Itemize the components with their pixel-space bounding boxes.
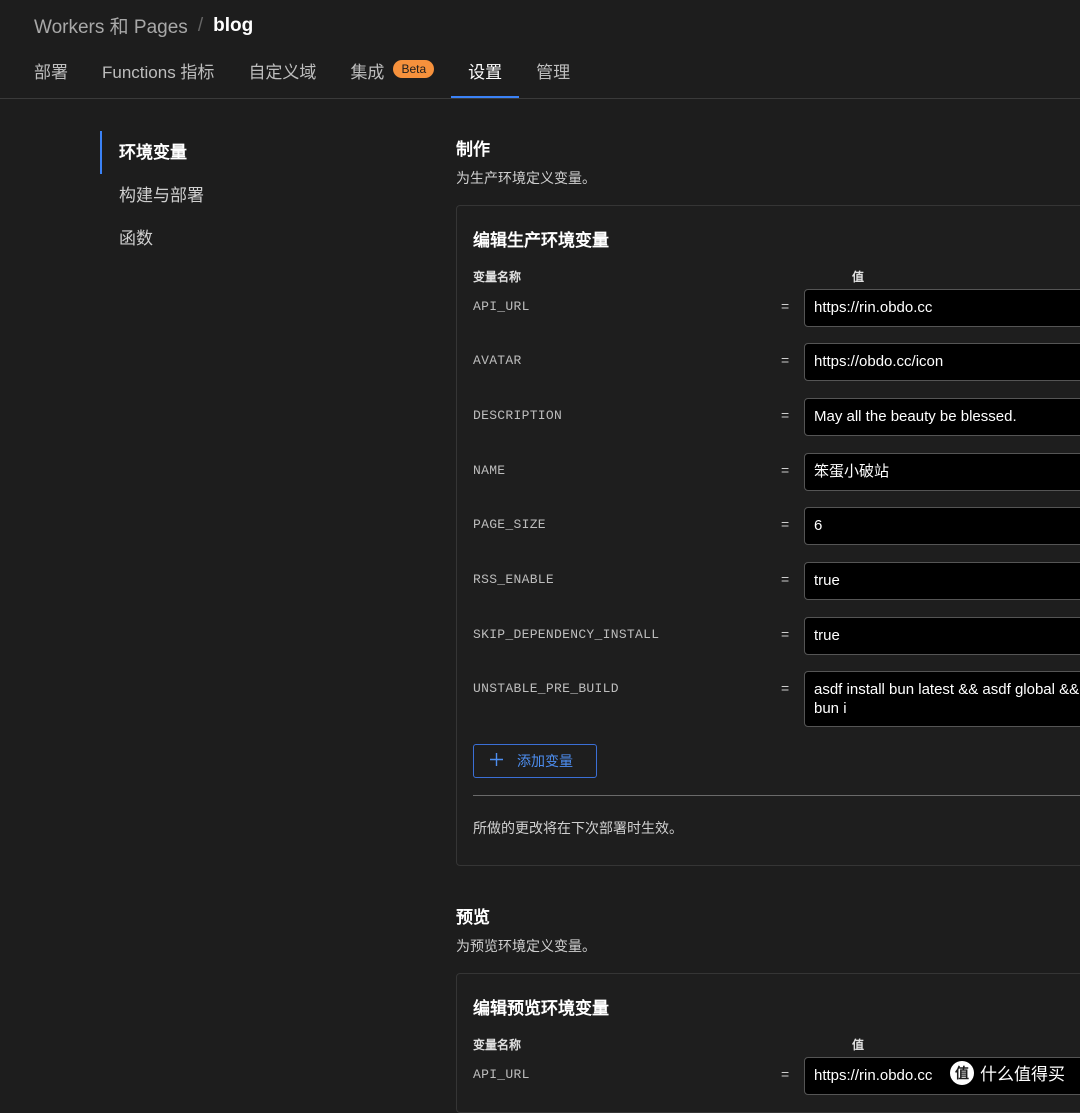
equals-sign: = (781, 626, 790, 642)
var-value-input[interactable]: asdf install bun latest && asdf global &… (804, 671, 1080, 727)
env-var-row: RSS_ENABLE = true (457, 562, 1080, 600)
var-name: API_URL (473, 299, 530, 314)
var-value-input[interactable]: May all the beauty be blessed. (804, 398, 1080, 436)
equals-sign: = (781, 1066, 790, 1082)
tab-integrations[interactable]: 集成 Beta (350, 58, 435, 98)
equals-sign: = (781, 352, 790, 368)
watermark-text: 什么值得买 (980, 1065, 1065, 1084)
equals-sign: = (781, 407, 790, 423)
breadcrumb: Workers 和 Pages / blog (34, 12, 253, 39)
equals-sign: = (781, 680, 790, 696)
tab-custom-domains[interactable]: 自定义域 (248, 58, 316, 98)
column-header-value: 值 (852, 270, 865, 284)
settings-sidenav: 环境变量 构建与部署 函数 (100, 131, 204, 260)
tab-deploy[interactable]: 部署 (34, 58, 68, 98)
var-value-input[interactable]: https://obdo.cc/icon (804, 343, 1080, 381)
env-var-row: UNSTABLE_PRE_BUILD = asdf install bun la… (457, 671, 1080, 727)
env-var-row: NAME = 笨蛋小破站 (457, 453, 1080, 491)
var-name: PAGE_SIZE (473, 517, 546, 532)
breadcrumb-current: blog (213, 14, 254, 36)
tab-settings[interactable]: 设置 (451, 58, 520, 98)
var-name: RSS_ENABLE (473, 572, 555, 587)
production-section-description: 为生产环境定义变量。 (456, 170, 596, 186)
preview-vars-card: 编辑预览环境变量 变量名称 值 API_URL = https://rin.ob… (456, 973, 1080, 1113)
sidenav-item-build-deploy[interactable]: 构建与部署 (100, 174, 204, 217)
column-header-value: 值 (852, 1038, 865, 1052)
watermark: 值 什么值得买 (950, 1060, 1065, 1085)
tab-functions-metrics[interactable]: Functions 指标 (102, 58, 214, 98)
env-var-row: PAGE_SIZE = 6 (457, 507, 1080, 545)
env-var-row: DESCRIPTION = May all the beauty be bles… (457, 398, 1080, 436)
var-name: SKIP_DEPENDENCY_INSTALL (473, 627, 660, 642)
sidenav-item-functions[interactable]: 函数 (100, 217, 204, 260)
breadcrumb-parent[interactable]: Workers 和 Pages (34, 12, 188, 39)
preview-section-description: 为预览环境定义变量。 (456, 938, 596, 954)
column-header-name: 变量名称 (473, 1038, 522, 1052)
var-name: DESCRIPTION (473, 408, 563, 423)
equals-sign: = (781, 516, 790, 532)
top-header: Workers 和 Pages / blog 部署 Functions 指标 自… (0, 0, 1080, 99)
add-variable-label: 添加变量 (517, 753, 573, 769)
env-var-row: AVATAR = https://obdo.cc/icon (457, 343, 1080, 381)
var-name: UNSTABLE_PRE_BUILD (473, 681, 619, 696)
production-section-title: 制作 (456, 140, 490, 159)
add-variable-button[interactable]: 添加变量 (473, 744, 597, 778)
equals-sign: = (781, 298, 790, 314)
sidenav-item-env-vars[interactable]: 环境变量 (100, 131, 204, 174)
column-header-name: 变量名称 (473, 270, 522, 284)
watermark-logo-icon: 值 (950, 1060, 974, 1085)
var-value-input[interactable]: https://rin.obdo.cc (804, 289, 1080, 327)
var-value-input[interactable]: 6 (804, 507, 1080, 545)
equals-sign: = (781, 462, 790, 478)
equals-sign: = (781, 571, 790, 587)
env-var-row: SKIP_DEPENDENCY_INSTALL = true (457, 617, 1080, 655)
beta-badge: Beta (393, 60, 435, 78)
preview-section-title: 预览 (456, 908, 490, 927)
var-name: API_URL (473, 1067, 530, 1082)
production-vars-card: 编辑生产环境变量 变量名称 值 API_URL = https://rin.ob… (456, 205, 1080, 866)
production-card-title: 编辑生产环境变量 (473, 231, 609, 250)
env-var-row: API_URL = https://rin.obdo.cc (457, 289, 1080, 327)
breadcrumb-separator: / (197, 14, 204, 36)
plus-icon (490, 753, 503, 769)
preview-card-title: 编辑预览环境变量 (473, 999, 609, 1018)
tab-bar: 部署 Functions 指标 自定义域 集成 Beta 设置 管理 (34, 58, 604, 98)
var-name: AVATAR (473, 353, 522, 368)
var-value-input[interactable]: 笨蛋小破站 (804, 453, 1080, 491)
production-footnote: 所做的更改将在下次部署时生效。 (473, 820, 683, 836)
card-divider (473, 795, 1080, 796)
tab-manage[interactable]: 管理 (536, 58, 570, 98)
var-value-input[interactable]: true (804, 562, 1080, 600)
var-name: NAME (473, 463, 506, 478)
var-value-input[interactable]: true (804, 617, 1080, 655)
